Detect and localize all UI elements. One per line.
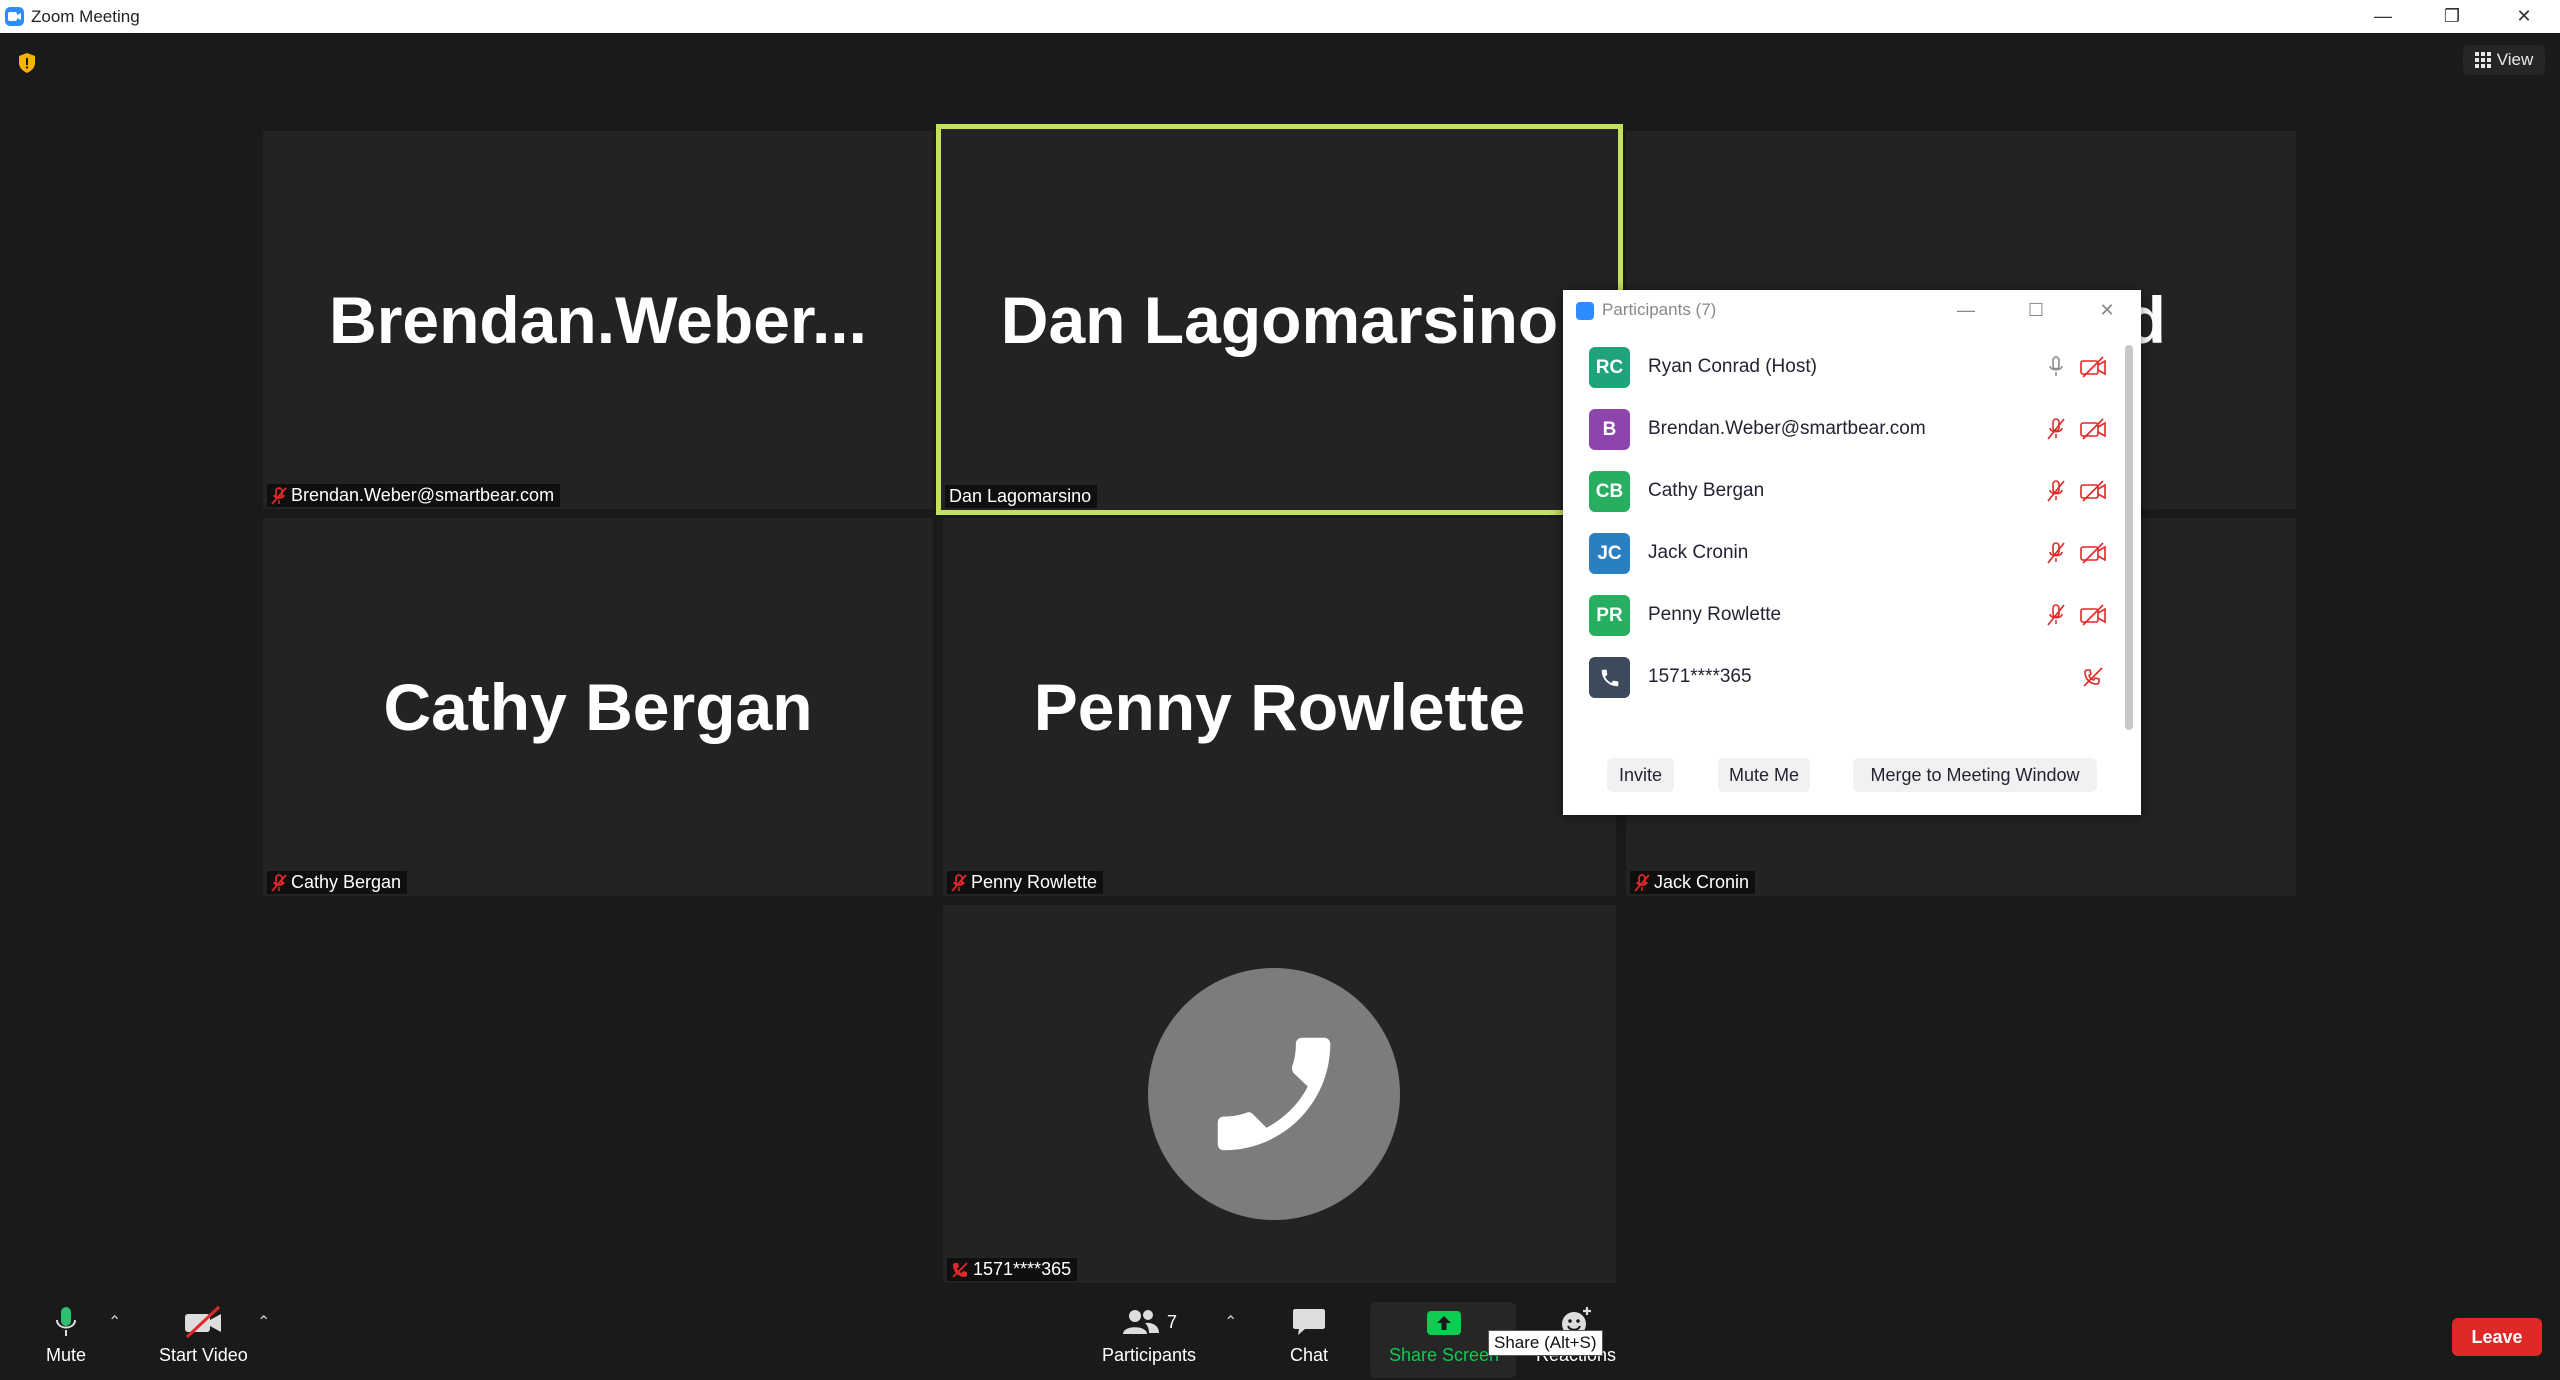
window-title: Zoom Meeting: [31, 7, 140, 26]
view-button[interactable]: View: [2463, 45, 2545, 75]
mic-muted-icon: [951, 873, 967, 892]
participant-avatar: PR: [1589, 595, 1630, 636]
tile-name-tag: 1571****365: [947, 1258, 1078, 1281]
grid-icon: [2474, 52, 2491, 68]
participants-button[interactable]: 7 Participants: [1102, 1305, 1196, 1366]
audio-options-caret-icon[interactable]: ⌃: [108, 1312, 121, 1332]
tile-name-tag: Dan Lagomarsino: [945, 485, 1098, 508]
share-screen-icon: [1427, 1311, 1462, 1335]
mic-muted-icon[interactable]: [2045, 479, 2067, 503]
video-options-caret-icon[interactable]: ⌃: [257, 1312, 270, 1332]
mic-muted-icon[interactable]: [2045, 541, 2067, 565]
tile-display-name: Cathy Bergan: [383, 670, 813, 744]
tile-display-name: Penny Rowlette: [1033, 670, 1526, 744]
chat-button[interactable]: Chat: [1290, 1305, 1328, 1366]
minimize-button[interactable]: —: [2353, 0, 2413, 33]
video-tile-brendan[interactable]: Brendan.Weber... Brendan.Weber@smartbear…: [263, 131, 933, 509]
mic-icon[interactable]: [2045, 355, 2067, 379]
participant-row[interactable]: PR Penny Rowlette: [1563, 585, 2123, 645]
video-off-icon[interactable]: [2079, 355, 2107, 379]
video-off-icon[interactable]: [2079, 479, 2107, 503]
mic-muted-icon: [271, 873, 287, 892]
video-tile-dan-active-speaker[interactable]: Dan Lagomarsino Dan Lagomarsino: [936, 124, 1623, 515]
security-shield-icon[interactable]: [17, 52, 37, 79]
participants-panel: Participants (7) — ☐ ✕ RC Ryan Conrad (H…: [1563, 290, 2141, 815]
participant-row[interactable]: B Brendan.Weber@smartbear.com: [1563, 399, 2123, 459]
zoom-app-icon: [1576, 302, 1594, 320]
merge-to-meeting-window-button[interactable]: Merge to Meeting Window: [1853, 758, 2097, 792]
participant-name: Cathy Bergan: [1648, 480, 1765, 501]
invite-button[interactable]: Invite: [1607, 758, 1674, 792]
participant-avatar: CB: [1589, 471, 1630, 512]
phone-icon: [1217, 1037, 1331, 1151]
mute-button[interactable]: Mute: [46, 1305, 86, 1366]
participant-name: Penny Rowlette: [1648, 604, 1782, 625]
share-screen-button[interactable]: Share Screen: [1389, 1305, 1499, 1366]
phone-muted-icon: [952, 1261, 968, 1278]
video-off-icon: [185, 1305, 222, 1339]
participants-panel-title: Participants (7): [1602, 300, 1717, 319]
participants-icon: [1123, 1310, 1160, 1334]
mic-muted-icon: [1634, 873, 1650, 892]
participant-avatar: JC: [1589, 533, 1630, 574]
panel-maximize-button[interactable]: ☐: [2021, 296, 2051, 324]
participant-row[interactable]: JC Jack Cronin: [1563, 523, 2123, 583]
tile-name-label: Cathy Bergan: [291, 872, 402, 892]
chat-label: Chat: [1290, 1345, 1329, 1365]
participant-row[interactable]: RC Ryan Conrad (Host): [1563, 337, 2123, 397]
video-off-icon[interactable]: [2079, 541, 2107, 565]
participant-row[interactable]: 1571****365: [1563, 647, 2123, 707]
panel-minimize-button[interactable]: —: [1951, 296, 1981, 324]
participant-avatar: [1589, 657, 1630, 698]
share-tooltip: Share (Alt+S): [1488, 1330, 1603, 1356]
tile-name-label: Dan Lagomarsino: [949, 486, 1092, 506]
panel-close-button[interactable]: ✕: [2092, 296, 2122, 324]
participant-name: 1571****365: [1648, 666, 1752, 687]
video-tile-penny[interactable]: Penny Rowlette Penny Rowlette: [943, 518, 1616, 896]
participant-name: Jack Cronin: [1648, 542, 1749, 563]
participant-row[interactable]: CB Cathy Bergan: [1563, 461, 2123, 521]
share-screen-label: Share Screen: [1389, 1345, 1500, 1365]
tile-name-tag: Penny Rowlette: [947, 871, 1104, 894]
mute-label: Mute: [46, 1345, 87, 1365]
zoom-app-icon: [5, 7, 24, 26]
tile-name-label: Jack Cronin: [1654, 872, 1750, 892]
video-tile-cathy[interactable]: Cathy Bergan Cathy Bergan: [263, 518, 933, 896]
tile-name-label: Penny Rowlette: [971, 872, 1098, 892]
participants-count: 7: [1167, 1311, 1178, 1332]
mic-muted-icon: [271, 486, 287, 505]
start-video-button[interactable]: Start Video: [159, 1305, 248, 1366]
participant-name: Brendan.Weber@smartbear.com: [1648, 418, 1926, 439]
tile-name-label: 1571****365: [973, 1259, 1072, 1279]
panel-scrollbar[interactable]: [2125, 345, 2133, 730]
phone-avatar: [1148, 968, 1400, 1220]
title-bar: Zoom Meeting — ❐ ✕: [0, 0, 2560, 33]
phone-muted-icon[interactable]: [2079, 665, 2107, 689]
close-window-button[interactable]: ✕: [2494, 0, 2554, 33]
participant-avatar: RC: [1589, 347, 1630, 388]
phone-icon: [1601, 669, 1618, 686]
tile-display-name: Dan Lagomarsino: [1000, 282, 1559, 357]
video-off-icon[interactable]: [2079, 603, 2107, 627]
participant-avatar: B: [1589, 409, 1630, 450]
tile-name-label: Brendan.Weber@smartbear.com: [291, 485, 555, 505]
mic-muted-icon[interactable]: [2045, 603, 2067, 627]
mute-me-button[interactable]: Mute Me: [1718, 758, 1810, 792]
restore-button[interactable]: ❐: [2422, 0, 2482, 33]
meeting-toolbar: [0, 1290, 2560, 1380]
tile-name-tag: Cathy Bergan: [267, 871, 408, 894]
leave-button[interactable]: Leave: [2452, 1318, 2542, 1356]
video-off-icon[interactable]: [2079, 417, 2107, 441]
view-label: View: [2496, 50, 2534, 69]
chat-bubble-icon: [1293, 1309, 1326, 1335]
tile-name-tag: Brendan.Weber@smartbear.com: [267, 484, 561, 507]
tile-name-tag: Jack Cronin: [1630, 871, 1756, 894]
microphone-icon: [56, 1307, 77, 1336]
participants-label: Participants: [1102, 1345, 1197, 1365]
participants-options-caret-icon[interactable]: ⌃: [1224, 1312, 1237, 1332]
start-video-label: Start Video: [159, 1345, 248, 1365]
participant-name: Ryan Conrad (Host): [1648, 356, 1817, 377]
mic-muted-icon[interactable]: [2045, 417, 2067, 441]
tile-display-name: Brendan.Weber...: [329, 283, 867, 357]
